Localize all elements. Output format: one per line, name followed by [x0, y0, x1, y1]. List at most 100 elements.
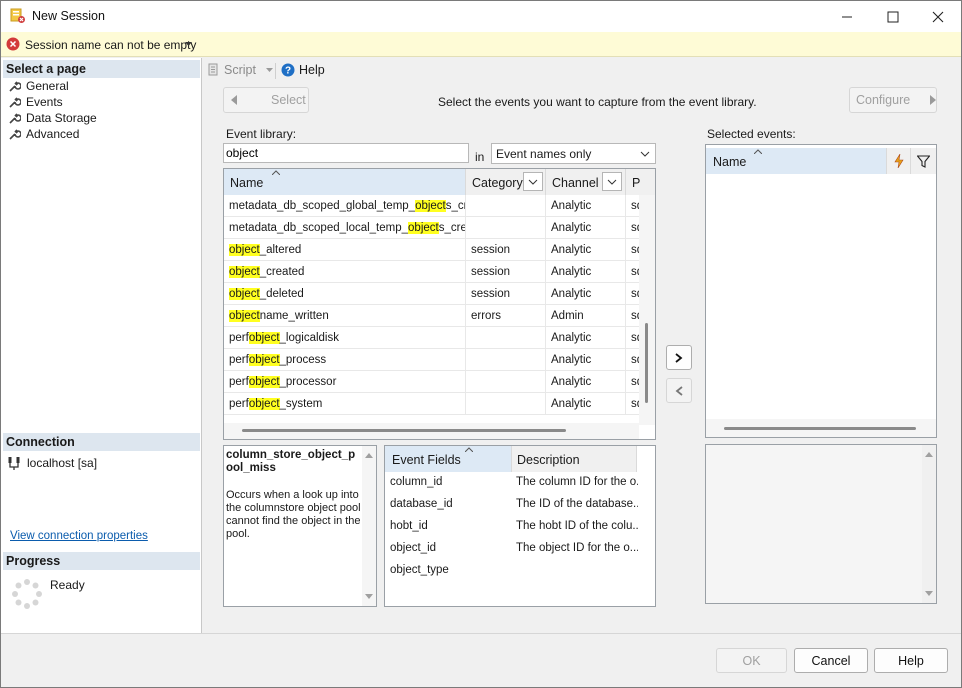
field-name-cell: column_id [390, 476, 443, 488]
script-button[interactable]: Script [206, 63, 273, 77]
title-bar: New Session [1, 1, 961, 32]
ok-button[interactable]: OK [716, 648, 787, 673]
event-category-cell: session [466, 283, 546, 305]
column-header-label: Name [713, 155, 747, 169]
event-channel-cell: Analytic [546, 327, 626, 349]
event-channel-cell: Analytic [546, 217, 626, 239]
event-field-row[interactable]: column_id The column ID for the o... [385, 472, 639, 494]
wrench-icon [9, 80, 21, 92]
add-event-button[interactable] [666, 345, 692, 370]
event-category-cell: errors [466, 305, 546, 327]
notification-text: Session name can not be empty [25, 38, 197, 52]
column-header-label: Category [472, 176, 523, 190]
channel-filter-dropdown[interactable] [602, 172, 622, 191]
page-item-label: Events [26, 95, 63, 109]
event-field-row[interactable]: database_id The ID of the database... [385, 494, 639, 516]
page-item-label: General [26, 79, 69, 93]
chevron-down-icon[interactable] [185, 42, 192, 47]
column-header-label: Description [517, 453, 580, 467]
event-name-suffix: _system [279, 398, 323, 410]
minimize-icon [842, 16, 852, 17]
validation-notification-bar[interactable]: Session name can not be empty [1, 32, 961, 57]
ssms-app-icon [10, 8, 25, 23]
description-vertical-scrollbar[interactable] [362, 446, 376, 606]
event-field-row[interactable]: object_id The object ID for the o... [385, 538, 639, 560]
event-row[interactable]: object_alteredsessionAnalyticsq [224, 239, 640, 261]
page-item-general[interactable]: General [8, 78, 69, 94]
script-icon [208, 63, 218, 76]
configure-label: Configure [856, 93, 911, 107]
error-icon [6, 37, 20, 51]
configure-event-column-button[interactable] [886, 148, 910, 174]
event-row[interactable]: metadata_db_scoped_global_temp_objects_c… [224, 195, 640, 217]
column-header-label: Channel [552, 176, 599, 190]
event-name-suffix: _processor [279, 376, 337, 388]
select-event-button[interactable]: Select [223, 87, 309, 113]
event-row[interactable]: perfobject_process Analyticsq [224, 349, 640, 371]
scrollbar-thumb[interactable] [242, 429, 566, 432]
event-channel-cell: Analytic [546, 239, 626, 261]
column-header-channel[interactable]: Channel [546, 169, 626, 195]
page-item-advanced[interactable]: Advanced [8, 126, 79, 142]
event-row[interactable]: metadata_db_scoped_local_temp_objects_cr… [224, 217, 640, 239]
maximize-icon [887, 11, 899, 22]
details-vertical-scrollbar[interactable] [922, 445, 936, 603]
column-header-category[interactable]: Category [466, 169, 546, 195]
event-description-text: Occurs when a look up into the columnsto… [226, 489, 361, 540]
event-name-suffix: _altered [259, 244, 302, 256]
help-button[interactable]: Help [874, 648, 948, 673]
page-item-events[interactable]: Events [8, 94, 63, 110]
event-name-suffix: _created [259, 266, 305, 278]
scroll-up-icon[interactable] [365, 452, 373, 458]
event-package-cell: sq [626, 371, 640, 393]
scroll-down-icon[interactable] [365, 594, 373, 600]
column-header-name[interactable]: Name [224, 169, 466, 195]
event-row[interactable]: object_createdsessionAnalyticsq [224, 261, 640, 283]
wrench-icon [9, 112, 21, 124]
event-name-cell: objectname_written [224, 305, 466, 327]
event-row[interactable]: perfobject_system Analyticsq [224, 393, 640, 415]
event-category-cell [466, 349, 546, 371]
event-field-row[interactable]: object_type [385, 560, 639, 582]
event-package-cell: sq [626, 217, 640, 239]
chevron-down-icon [640, 151, 650, 157]
scroll-up-icon[interactable] [925, 451, 933, 457]
column-header-event-fields[interactable]: Event Fields [385, 446, 512, 472]
event-category-cell [466, 371, 546, 393]
event-row[interactable]: perfobject_processor Analyticsq [224, 371, 640, 393]
search-scope-dropdown[interactable]: Event names only [491, 143, 656, 164]
view-connection-properties-link[interactable]: View connection properties [10, 530, 148, 542]
search-match-highlight: object [248, 376, 280, 388]
event-row[interactable]: object_deletedsessionAnalyticsq [224, 283, 640, 305]
search-match-highlight: object [408, 222, 439, 234]
event-row[interactable]: perfobject_logicaldisk Analyticsq [224, 327, 640, 349]
close-button[interactable] [915, 1, 961, 32]
selected-column-header-name[interactable]: Name [706, 148, 886, 174]
event-package-cell: sq [626, 261, 640, 283]
scrollbar-thumb[interactable] [724, 427, 916, 430]
filter-column-button[interactable] [910, 148, 936, 174]
maximize-button[interactable] [870, 1, 916, 32]
event-search-input[interactable] [223, 143, 469, 163]
cancel-button[interactable]: Cancel [794, 648, 868, 673]
scroll-down-icon[interactable] [925, 591, 933, 597]
help-toolbar-button[interactable]: ? Help [281, 63, 325, 77]
event-field-row[interactable]: hobt_id The hobt ID of the colu... [385, 516, 639, 538]
column-header-description[interactable]: Description [512, 446, 637, 472]
remove-event-button[interactable] [666, 378, 692, 403]
scrollbar-thumb[interactable] [645, 323, 648, 403]
minimize-button[interactable] [824, 1, 870, 32]
category-filter-dropdown[interactable] [523, 172, 543, 191]
event-name-cell: perfobject_system [224, 393, 466, 415]
column-header-package[interactable]: P [626, 169, 655, 195]
svg-text:?: ? [285, 66, 291, 77]
configure-button[interactable]: Configure [849, 87, 937, 113]
library-horizontal-scrollbar[interactable] [224, 423, 639, 439]
page-item-data-storage[interactable]: Data Storage [8, 110, 97, 126]
event-name-prefix: perf [229, 354, 249, 366]
selected-horizontal-scrollbar[interactable] [706, 419, 936, 437]
event-name-cell: perfobject_logicaldisk [224, 327, 466, 349]
event-row[interactable]: objectname_writtenerrorsAdminsq [224, 305, 640, 327]
library-vertical-scrollbar[interactable] [639, 195, 655, 425]
wrench-icon [9, 96, 21, 108]
